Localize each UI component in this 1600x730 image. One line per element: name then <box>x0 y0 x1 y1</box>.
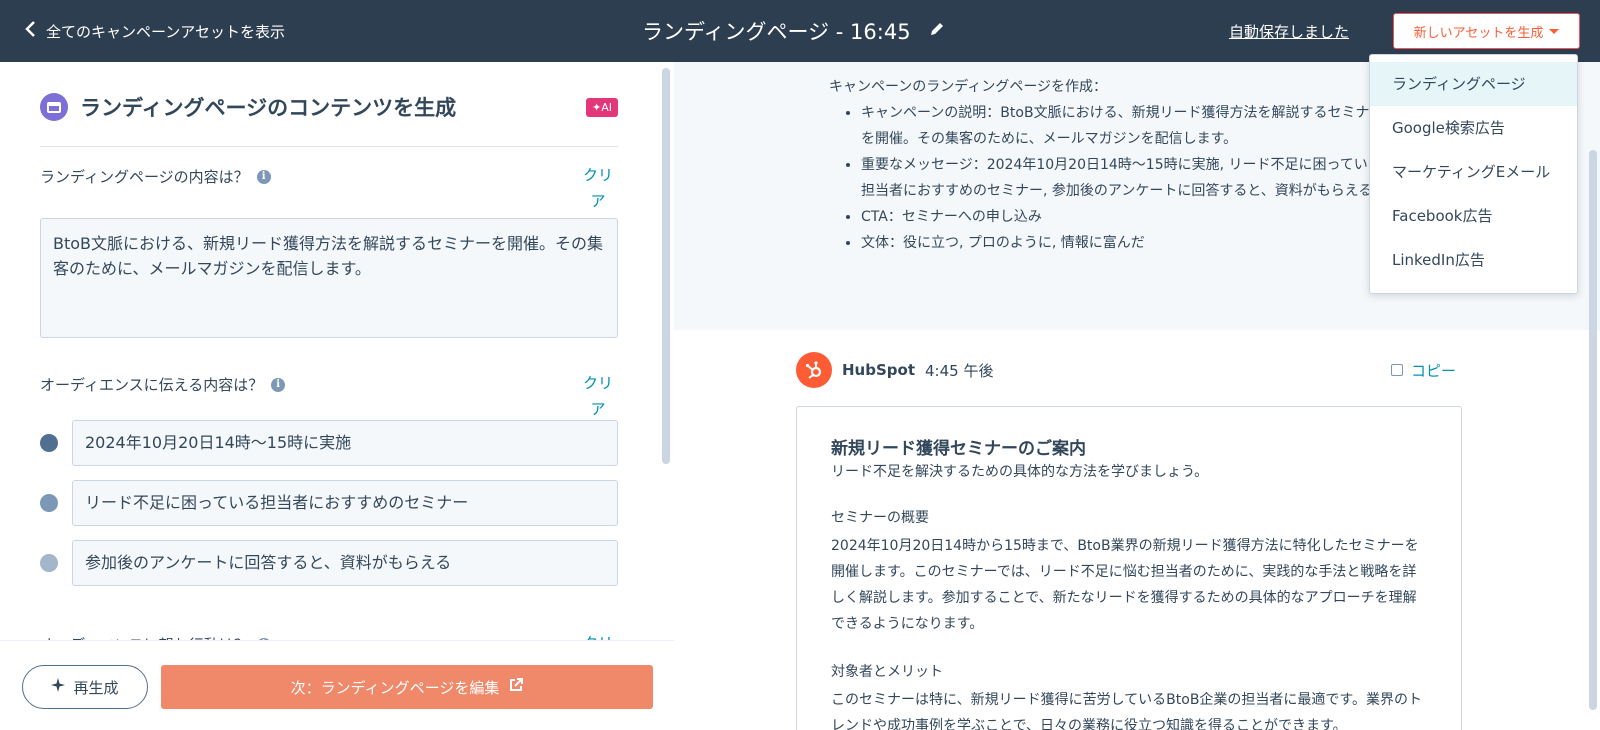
message-row: リード不足に困っている担当者におすすめのセミナー <box>40 480 618 526</box>
message-input[interactable]: 2024年10月20日14時〜15時に実施 <box>72 420 618 466</box>
pencil-icon[interactable] <box>929 21 945 41</box>
section-title: セミナーの概要 <box>831 510 929 526</box>
prompt-item: キャンペーンの説明：BtoB文脈における、新規リード獲得方法を解説するセミナーを… <box>861 100 1389 152</box>
content-heading: 新規リード獲得セミナーのご案内 <box>831 439 1086 459</box>
drag-handle-dot[interactable] <box>40 494 58 512</box>
sparkle-icon <box>51 678 66 696</box>
page-title: ランディングページ - 16:45 <box>642 20 911 44</box>
new-asset-button[interactable]: 新しいアセットを生成 <box>1393 13 1580 49</box>
chevron-left-icon <box>24 20 38 42</box>
sender-name: HubSpot <box>842 361 915 379</box>
top-bar: 全てのキャンペーンアセットを表示 ランディングページ - 16:45 自動保存し… <box>0 0 1600 62</box>
generator-panel: ランディングページのコンテンツを生成 ✦AI ランディングページの内容は？ i … <box>0 62 674 730</box>
hubspot-logo-icon <box>796 352 832 388</box>
prompt-item: 重要なメッセージ：2024年10月20日14時〜15時に実施, リード不足に困っ… <box>861 152 1389 204</box>
back-link[interactable]: 全てのキャンペーンアセットを表示 <box>24 20 285 42</box>
right-scrollbar[interactable] <box>1589 150 1597 710</box>
message-row: 2024年10月20日14時〜15時に実施 <box>40 420 618 466</box>
prompt-item: CTA：セミナーへの申し込み <box>861 204 1389 230</box>
next-edit-button[interactable]: 次：ランディングページを編集 <box>161 665 653 709</box>
caret-down-icon <box>1549 28 1560 34</box>
prompt-intro: キャンペーンのランディングページを作成： <box>829 79 1108 95</box>
back-label: 全てのキャンペーンアセットを表示 <box>46 22 285 41</box>
question-message-label: オーディエンスに伝える内容は？ i <box>40 374 286 395</box>
external-link-icon <box>509 678 524 696</box>
landing-page-icon <box>40 93 68 121</box>
message-row: 参加後のアンケートに回答すると、資料がもらえる <box>40 540 618 586</box>
regenerate-button[interactable]: 再生成 <box>22 665 148 709</box>
question-content-label: ランディングページの内容は？ i <box>40 166 271 187</box>
clear-content-button[interactable]: クリア <box>578 162 618 214</box>
new-asset-label: 新しいアセットを生成 <box>1413 25 1544 41</box>
section-body: 2024年10月20日14時から15時まで、BtoB業界の新規リード獲得方法に特… <box>831 538 1419 632</box>
dropdown-item-google-ads[interactable]: Google検索広告 <box>1370 106 1577 150</box>
autosave-status[interactable]: 自動保存しました <box>1229 21 1349 42</box>
message-time: 4:45 午後 <box>925 361 994 380</box>
next-label: 次：ランディングページを編集 <box>290 678 500 697</box>
left-scrollbar[interactable] <box>662 68 670 464</box>
response-header: HubSpot 4:45 午後 コピー <box>796 352 1456 388</box>
message-input[interactable]: 参加後のアンケートに回答すると、資料がもらえる <box>72 540 618 586</box>
question-message-text: オーディエンスに伝える内容は？ <box>40 376 264 394</box>
dropdown-item-facebook-ads[interactable]: Facebook広告 <box>1370 194 1577 238</box>
copy-icon <box>1390 364 1403 376</box>
generated-content-card: 新規リード獲得セミナーのご案内 リード不足を解決するための具体的な方法を学びまし… <box>796 406 1462 730</box>
section-title: 対象者とメリット <box>831 664 943 680</box>
dropdown-item-marketing-email[interactable]: マーケティングEメール <box>1370 150 1577 194</box>
dropdown-item-landing-page[interactable]: ランディングページ <box>1370 62 1577 106</box>
drag-handle-dot[interactable] <box>40 554 58 572</box>
info-icon[interactable]: i <box>256 169 271 184</box>
question-content-text: ランディングページの内容は？ <box>40 168 249 186</box>
section-body: このセミナーは特に、新規リード獲得に苦労しているBtoB企業の担当者に最適です。… <box>831 692 1423 730</box>
dropdown-item-linkedin-ads[interactable]: LinkedIn広告 <box>1370 238 1577 282</box>
copy-button[interactable]: コピー <box>1390 360 1456 381</box>
copy-label: コピー <box>1410 361 1456 380</box>
panel-footer: 再生成 次：ランディングページを編集 <box>0 640 674 730</box>
drag-handle-dot[interactable] <box>40 434 58 452</box>
asset-type-dropdown: ランディングページ Google検索広告 マーケティングEメール Faceboo… <box>1369 54 1578 294</box>
regenerate-label: 再生成 <box>73 678 119 697</box>
clear-message-button[interactable]: クリア <box>578 370 618 422</box>
content-subheading: リード不足を解決するための具体的な方法を学びましょう。 <box>831 464 1209 480</box>
ai-badge: ✦AI <box>586 97 618 117</box>
info-icon[interactable]: i <box>271 377 286 392</box>
divider <box>40 146 618 147</box>
prompt-item: 文体：役に立つ, プロのように, 情報に富んだ <box>861 230 1389 256</box>
message-input[interactable]: リード不足に困っている担当者におすすめのセミナー <box>72 480 618 526</box>
content-textarea[interactable]: BtoB文脈における、新規リード獲得方法を解説するセミナーを開催。その集客のため… <box>40 218 618 338</box>
panel-title: ランディングページのコンテンツを生成 <box>80 96 457 120</box>
